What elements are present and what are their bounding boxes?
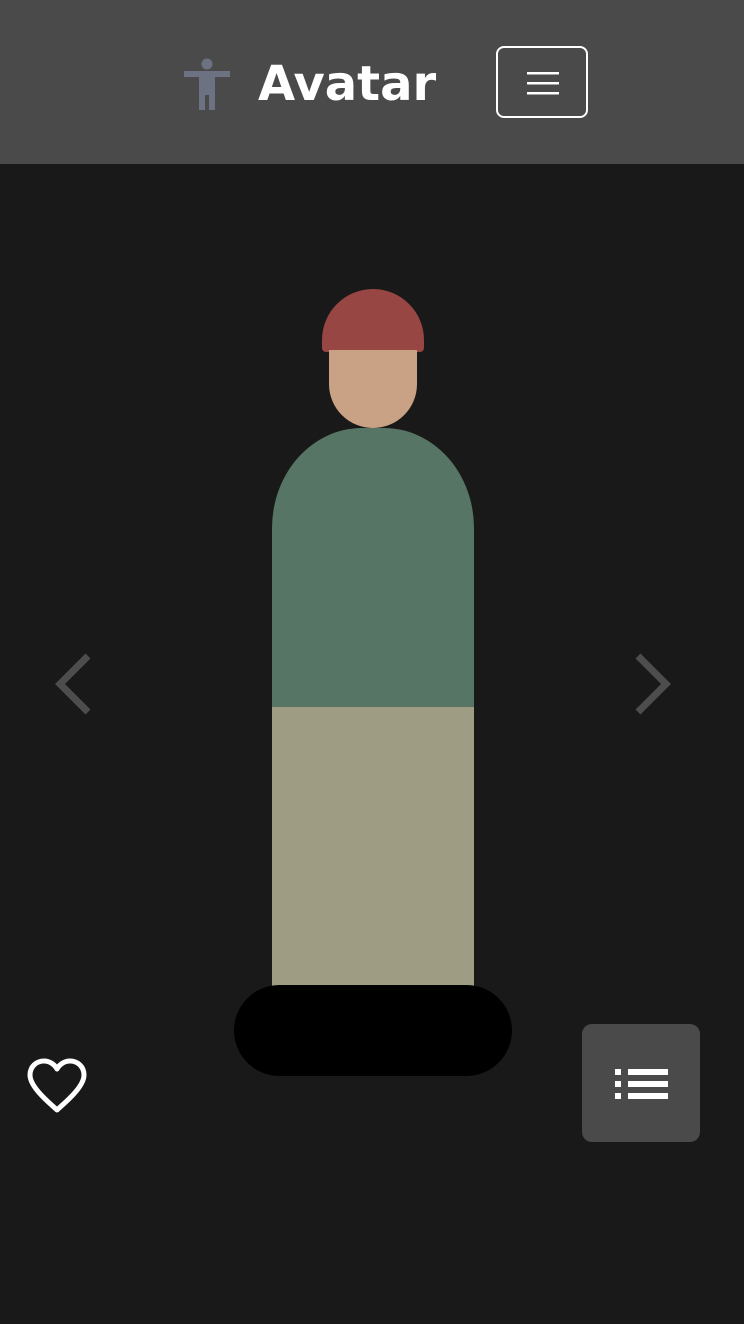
app-header: Avatar [0, 0, 744, 164]
menu-button[interactable] [496, 46, 588, 118]
avatar-shirt[interactable] [272, 428, 474, 707]
list-icon [615, 1069, 668, 1099]
avatar-hat[interactable] [322, 289, 424, 352]
avatar-stage [0, 164, 744, 1324]
avatar-shoes[interactable] [234, 985, 512, 1076]
hamburger-menu-icon [527, 72, 559, 95]
avatar-head[interactable] [329, 350, 417, 428]
chevron-right-icon[interactable] [630, 652, 674, 716]
heart-outline-icon[interactable] [26, 1058, 88, 1114]
page-title: Avatar [258, 56, 437, 112]
accessibility-person-icon [184, 58, 230, 110]
avatar-figure [0, 164, 744, 1324]
avatar-pants[interactable] [272, 707, 474, 987]
list-button[interactable] [582, 1024, 700, 1142]
chevron-left-icon[interactable] [52, 652, 96, 716]
